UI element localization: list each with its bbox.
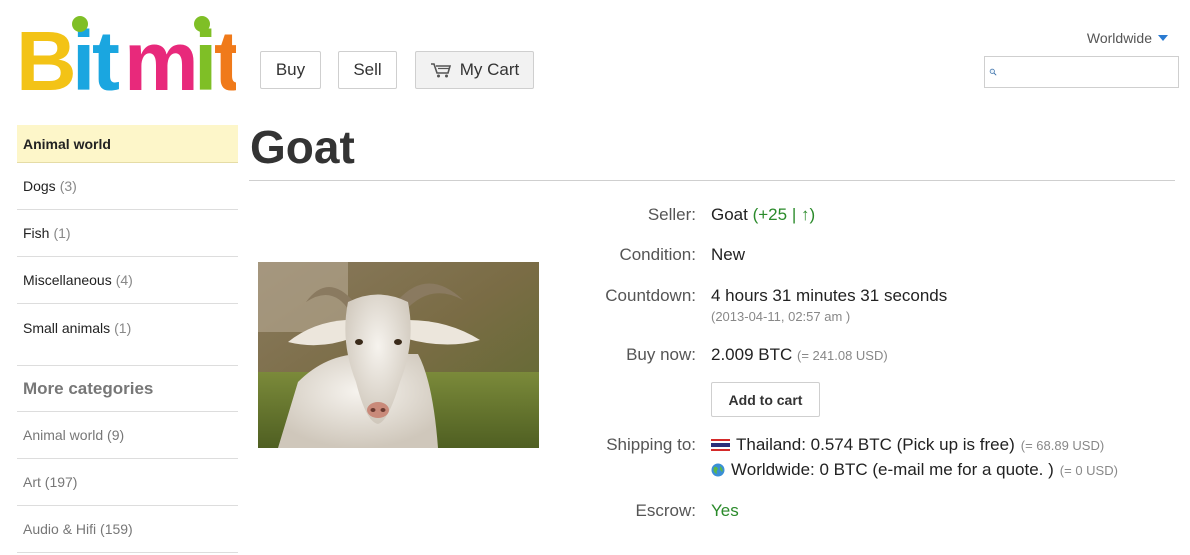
sidebar-item-label: Dogs xyxy=(23,178,56,194)
sidebar-item-fish[interactable]: Fish (1) xyxy=(17,210,238,257)
add-to-cart-button[interactable]: Add to cart xyxy=(711,382,820,417)
sidebar-item-small-animals[interactable]: Small animals (1) xyxy=(17,304,238,351)
sidebar-item-art[interactable]: Art (197) xyxy=(17,459,238,506)
seller-label: Seller: xyxy=(647,205,696,224)
buy-now-value: 2.009 BTC (= 241.08 USD) xyxy=(711,345,888,365)
sell-label: Sell xyxy=(353,60,382,79)
shipping-label: Shipping to: xyxy=(606,435,696,454)
sidebar-item-count: (1) xyxy=(53,225,71,241)
shipping-option-usd: (= 68.89 USD) xyxy=(1020,437,1105,453)
category-sidebar: Animal world Dogs (3) Fish (1) Miscellan… xyxy=(17,125,238,553)
add-to-cart-label: Add to cart xyxy=(728,391,803,408)
shipping-option-worldwide: Worldwide: 0 BTC (e-mail me for a quote.… xyxy=(711,460,1118,480)
sidebar-item-dogs[interactable]: Dogs (3) xyxy=(17,163,238,210)
seller-name-link[interactable]: Goat xyxy=(711,205,748,224)
sidebar-item-label: Animal world (9) xyxy=(23,427,125,443)
title-divider xyxy=(249,180,1175,181)
countdown-value: 4 hours 31 minutes 31 seconds xyxy=(711,286,948,305)
svg-text:t: t xyxy=(214,14,236,100)
sidebar-item-count: (3) xyxy=(59,178,77,194)
condition-label: Condition: xyxy=(619,245,696,264)
buy-now-label: Buy now: xyxy=(626,345,696,364)
countdown-end-date: (2013-04-11, 02:57 am ) xyxy=(711,309,851,324)
buy-now-price: 2.009 BTC xyxy=(711,345,793,364)
sidebar-item-miscellaneous[interactable]: Miscellaneous (4) xyxy=(17,257,238,304)
sidebar-item-count: (1) xyxy=(114,319,132,336)
seller-rating[interactable]: (+25 | ↑) xyxy=(753,205,816,224)
active-category-header[interactable]: Animal world xyxy=(17,125,238,163)
bitmit-logo[interactable]: B i t m i t xyxy=(16,10,236,100)
buy-label: Buy xyxy=(275,60,306,79)
sidebar-item-label: Fish xyxy=(23,225,50,241)
svg-text:B: B xyxy=(16,14,77,100)
sidebar-item-label: Small animals xyxy=(23,319,111,336)
thailand-flag-icon xyxy=(711,439,730,451)
sidebar-item-label: Miscellaneous xyxy=(23,272,112,288)
product-image[interactable] xyxy=(258,262,539,448)
shipping-option-thailand: Thailand: 0.574 BTC (Pick up is free) (=… xyxy=(711,435,1104,455)
escrow-value: Yes xyxy=(711,501,739,520)
countdown-label: Countdown: xyxy=(605,286,696,305)
sidebar-item-audio-hifi[interactable]: Audio & Hifi (159) xyxy=(17,506,238,553)
chevron-down-icon xyxy=(1158,35,1168,41)
search-input[interactable] xyxy=(997,57,1178,87)
svg-text:m: m xyxy=(124,14,199,100)
my-cart-button[interactable]: My Cart xyxy=(415,51,534,89)
sidebar-item-label: Art (197) xyxy=(23,474,78,490)
region-selector[interactable]: Worldwide xyxy=(1087,30,1168,46)
svg-text:t: t xyxy=(92,14,120,100)
shopping-cart-icon xyxy=(430,63,451,78)
shipping-option-text: Worldwide: 0 BTC (e-mail me for a quote.… xyxy=(731,460,1054,479)
globe-icon xyxy=(711,463,725,477)
sidebar-item-animal-world[interactable]: Animal world (9) xyxy=(17,412,238,459)
sell-button[interactable]: Sell xyxy=(338,51,397,89)
sidebar-item-label: Audio & Hifi (159) xyxy=(23,521,133,537)
more-categories-heading: More categories xyxy=(17,365,238,412)
condition-value: New xyxy=(711,245,746,264)
my-cart-label: My Cart xyxy=(459,60,520,79)
shipping-option-usd: (= 0 USD) xyxy=(1059,462,1118,478)
buy-now-usd: (= 241.08 USD) xyxy=(797,348,888,363)
buy-button[interactable]: Buy xyxy=(260,51,321,89)
more-categories-label: More categories xyxy=(23,378,154,398)
escrow-label: Escrow: xyxy=(635,501,696,520)
shipping-option-text: Thailand: 0.574 BTC (Pick up is free) xyxy=(736,435,1015,454)
active-category-label: Animal world xyxy=(23,135,111,152)
search-icon[interactable] xyxy=(989,61,997,83)
seller-value: Goat (+25 | ↑) xyxy=(711,205,815,225)
product-title: Goat xyxy=(250,121,355,173)
region-value: Worldwide xyxy=(1086,30,1152,46)
sidebar-item-count: (4) xyxy=(115,272,133,288)
search-box[interactable] xyxy=(984,56,1179,88)
